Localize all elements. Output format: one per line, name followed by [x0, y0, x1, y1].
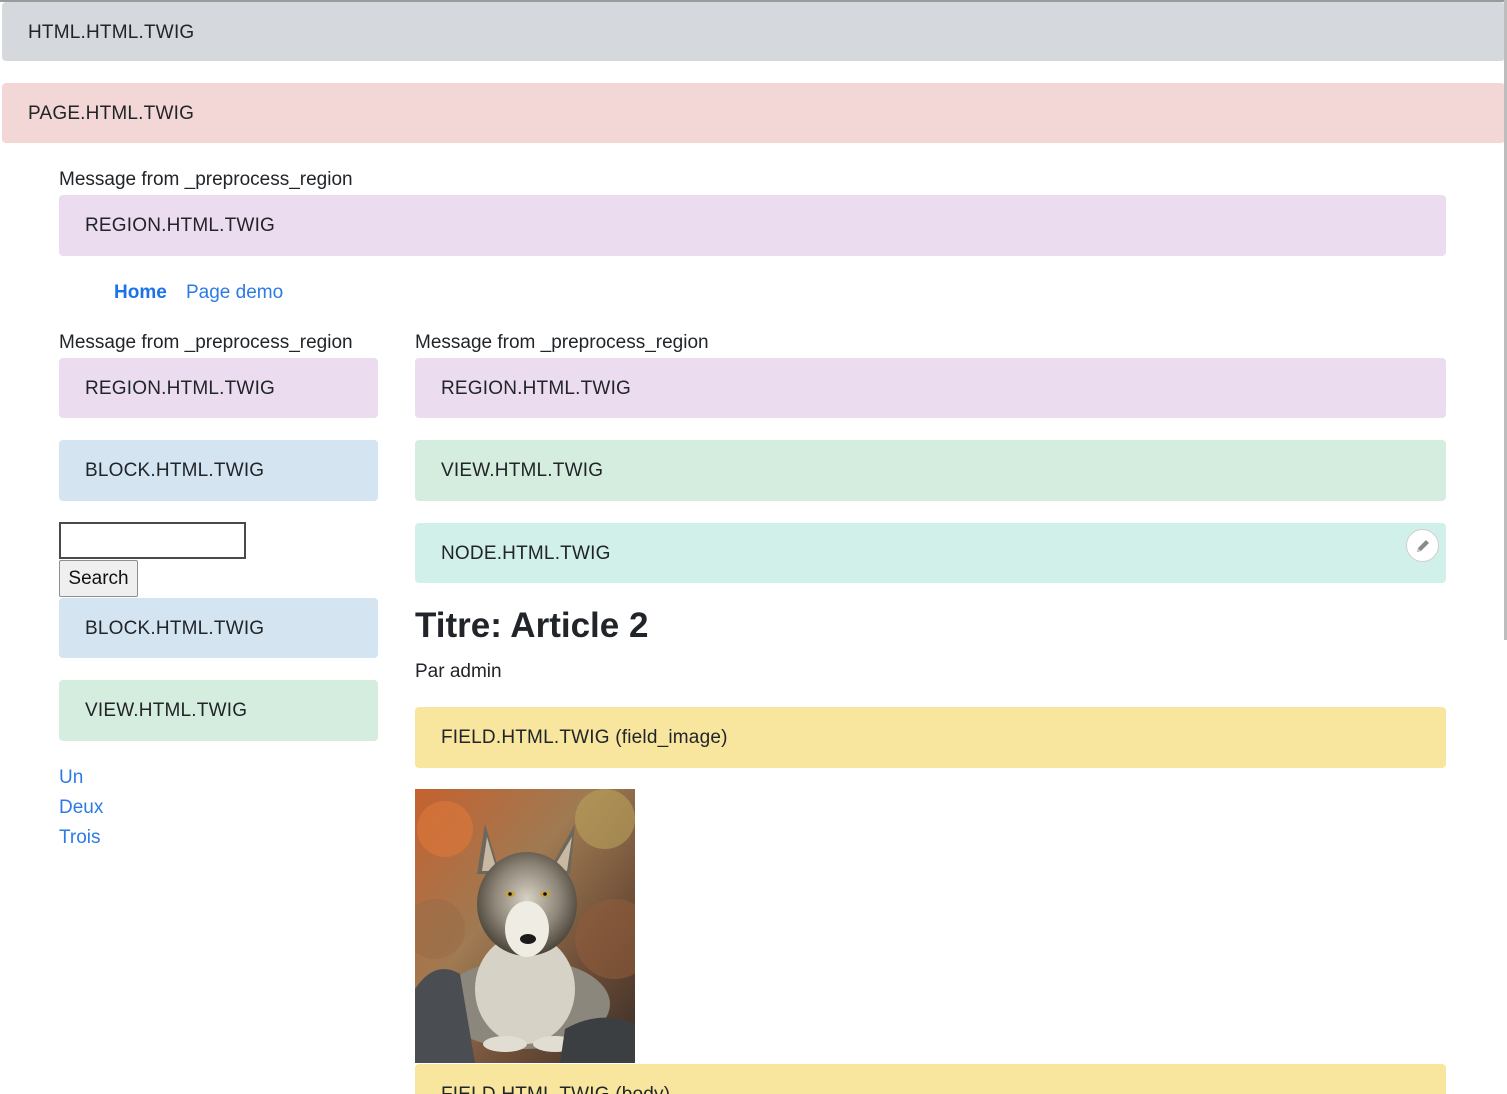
view-twig-label: VIEW.HTML.TWIG: [441, 460, 604, 481]
wolf-image: [415, 789, 635, 1063]
page-twig-block: PAGE.HTML.TWIG: [2, 83, 1505, 143]
region-twig-left: REGION.HTML.TWIG: [59, 358, 378, 418]
block-twig-left-1: BLOCK.HTML.TWIG: [59, 440, 378, 501]
region-twig-label: REGION.HTML.TWIG: [85, 378, 276, 399]
page-twig-label: PAGE.HTML.TWIG: [28, 103, 195, 124]
pencil-icon: [1416, 539, 1429, 552]
region-twig-main: REGION.HTML.TWIG: [415, 358, 1446, 418]
html-twig-block: HTML.HTML.TWIG: [2, 2, 1505, 61]
block-twig-label: BLOCK.HTML.TWIG: [85, 460, 265, 481]
article-byline: Par admin: [415, 661, 502, 682]
nav-home-link[interactable]: Home: [114, 282, 167, 304]
preprocess-message-top: Message from _preprocess_region: [59, 169, 353, 190]
field-body-twig: FIELD.HTML.TWIG (body): [415, 1064, 1446, 1094]
page: HTML.HTML.TWIG PAGE.HTML.TWIG Message fr…: [0, 0, 1507, 1094]
block-twig-label: BLOCK.HTML.TWIG: [85, 618, 265, 639]
region-twig-label: REGION.HTML.TWIG: [441, 378, 632, 399]
field-image-twig: FIELD.HTML.TWIG (field_image): [415, 707, 1446, 768]
article-title: Titre: Article 2: [415, 606, 649, 645]
block-twig-left-2: BLOCK.HTML.TWIG: [59, 598, 378, 658]
node-twig-label: NODE.HTML.TWIG: [441, 543, 611, 564]
edit-button[interactable]: [1406, 529, 1439, 562]
sidebar-link-un[interactable]: Un: [59, 767, 83, 789]
node-twig-main: NODE.HTML.TWIG: [415, 523, 1446, 583]
field-body-label: FIELD.HTML.TWIG (body): [441, 1084, 670, 1094]
view-twig-label: VIEW.HTML.TWIG: [85, 700, 248, 721]
view-twig-left: VIEW.HTML.TWIG: [59, 680, 378, 741]
sidebar-link-deux[interactable]: Deux: [59, 797, 103, 819]
view-twig-main: VIEW.HTML.TWIG: [415, 440, 1446, 501]
region-twig-label: REGION.HTML.TWIG: [85, 215, 276, 236]
field-image-label: FIELD.HTML.TWIG (field_image): [441, 727, 728, 748]
preprocess-message-left: Message from _preprocess_region: [59, 332, 353, 353]
search-input[interactable]: [59, 522, 246, 559]
sidebar-link-trois[interactable]: Trois: [59, 827, 101, 849]
nav-page-demo-link[interactable]: Page demo: [186, 282, 283, 304]
search-button[interactable]: Search: [59, 560, 138, 597]
region-twig-top: REGION.HTML.TWIG: [59, 195, 1446, 256]
preprocess-message-main: Message from _preprocess_region: [415, 332, 709, 353]
html-twig-label: HTML.HTML.TWIG: [28, 22, 195, 43]
